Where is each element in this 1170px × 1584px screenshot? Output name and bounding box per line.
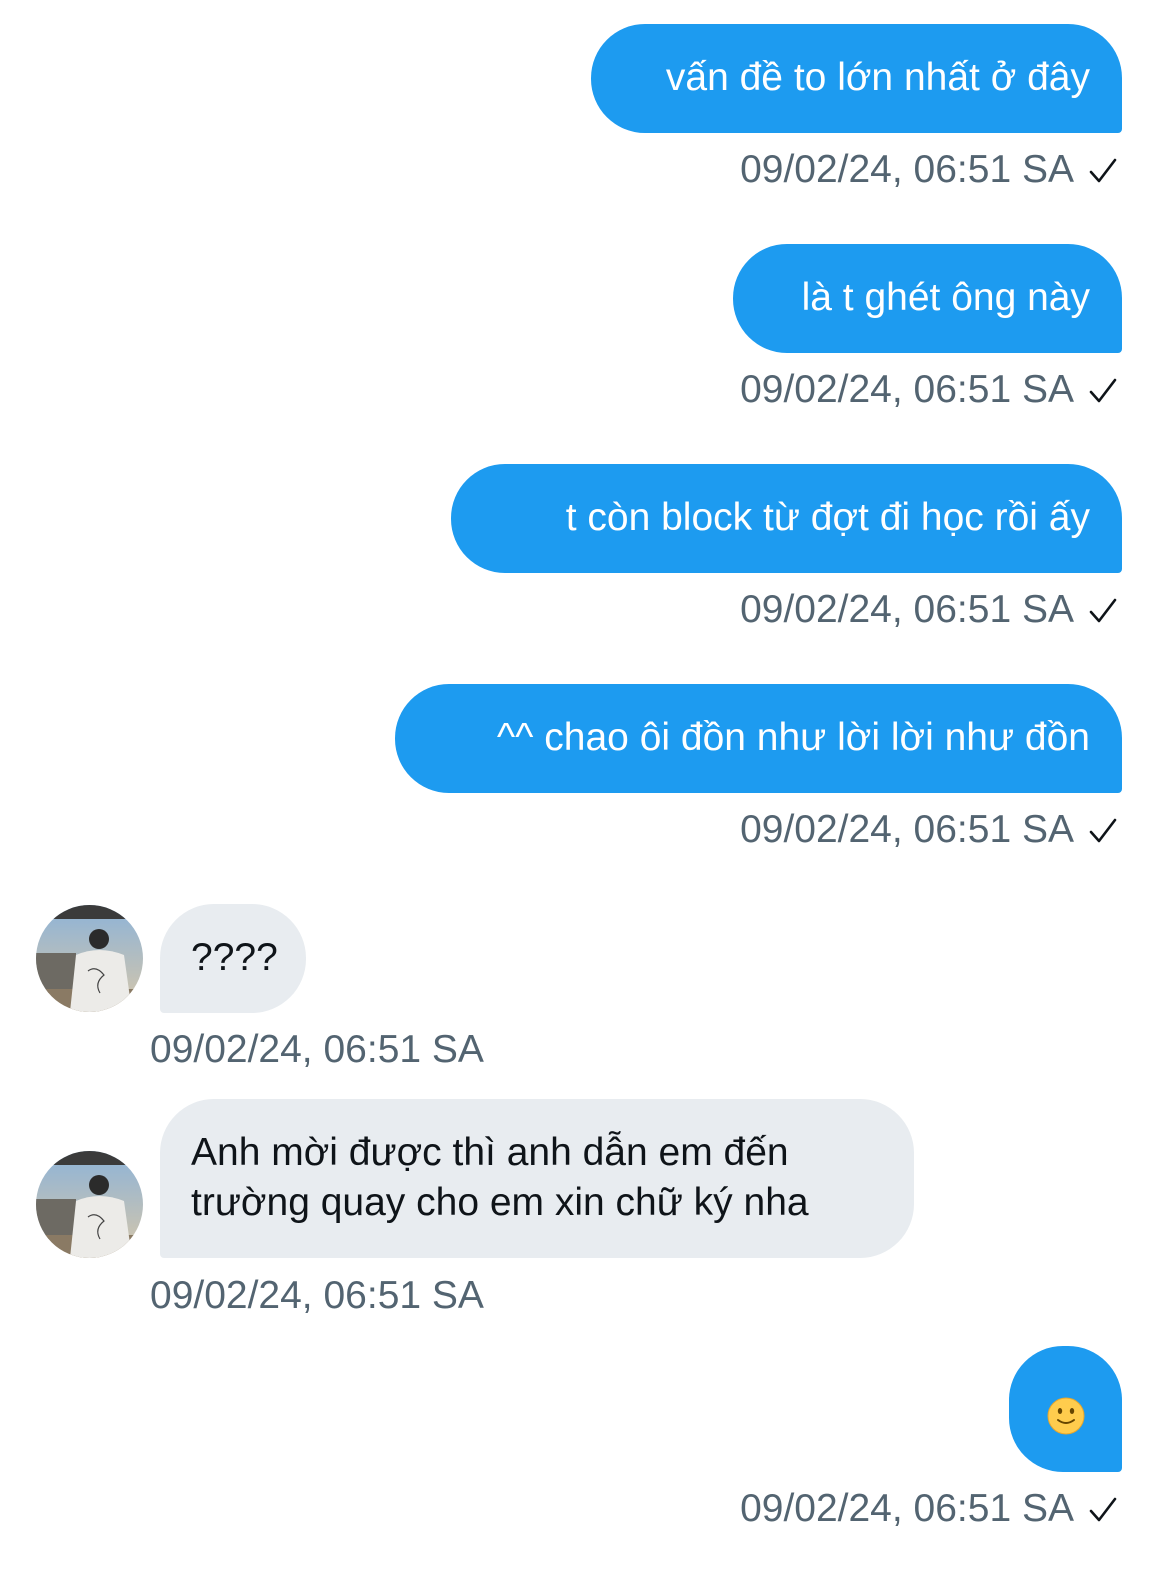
message-text: là t ghét ông này [801,276,1090,319]
sent-check-icon [1089,818,1117,843]
sent-check-icon [1089,598,1117,623]
sent-check-icon [1089,158,1117,183]
message-timestamp: 09/02/24, 06:51 SA [740,367,1118,413]
message-timestamp: 09/02/24, 06:51 SA [150,1028,484,1071]
avatar-photo-icon [36,905,143,1012]
message-timestamp: 09/02/24, 06:51 SA [150,1274,484,1317]
sender-avatar[interactable] [36,1151,143,1258]
message-text: ???? [191,936,278,979]
sent-check-icon [1089,378,1117,403]
sent-message-bubble[interactable]: ^^ chao ôi đồn như lời lời như đồn [395,684,1122,793]
sent-check-icon [1089,1497,1117,1522]
message-text: vấn đề to lớn nhất ở đây [665,56,1090,99]
message-text: t còn block từ đợt đi học rồi ấy [565,496,1090,539]
message-text-line: trường quay cho em xin chữ ký nha [191,1181,809,1224]
received-message-bubble[interactable]: Anh mời được thì anh dẫn em đến trường q… [160,1099,914,1258]
sent-message-bubble[interactable]: là t ghét ông này [733,244,1122,353]
avatar-photo-icon [36,1151,143,1258]
message-timestamp: 09/02/24, 06:51 SA [740,807,1118,853]
received-message-bubble[interactable]: ???? [160,904,306,1013]
message-timestamp: 09/02/24, 06:51 SA [740,587,1118,633]
message-timestamp: 09/02/24, 06:51 SA [740,147,1118,193]
message-text-line: Anh mời được thì anh dẫn em đến [191,1131,789,1174]
sender-avatar[interactable] [36,905,143,1012]
sent-message-bubble[interactable] [1009,1346,1122,1472]
slightly-smiling-face-icon [1047,1397,1084,1435]
message-text: ^^ chao ôi đồn như lời lời như đồn [496,716,1090,759]
message-timestamp: 09/02/24, 06:51 SA [740,1486,1118,1532]
sent-message-bubble[interactable]: vấn đề to lớn nhất ở đây [591,24,1122,133]
sent-message-bubble[interactable]: t còn block từ đợt đi học rồi ấy [451,464,1122,573]
